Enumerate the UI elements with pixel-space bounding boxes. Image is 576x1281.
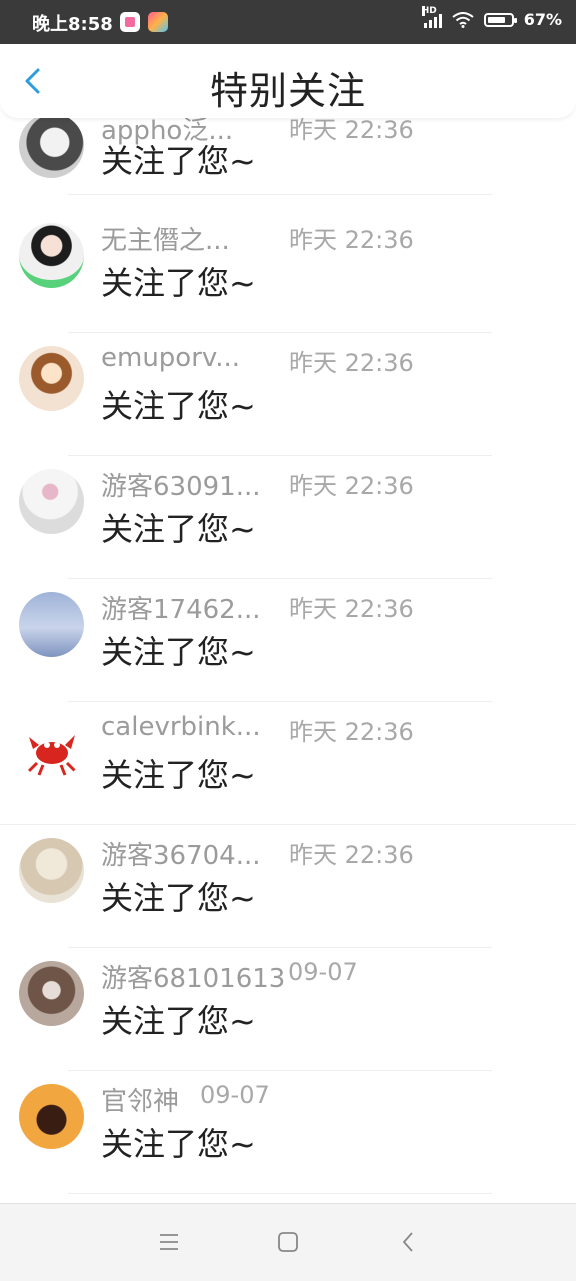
timestamp: 09-07 (200, 1081, 270, 1109)
user-name: 无主僭之... (101, 226, 230, 256)
wifi-icon (452, 11, 474, 28)
message-text: 关注了您~ (101, 1002, 256, 1040)
user-name: 游客63091... (101, 472, 261, 502)
timestamp: 昨天 22:36 (289, 349, 414, 377)
message-text: 关注了您~ (101, 510, 256, 548)
list-item[interactable]: 官邻神 09-07 关注了您~ (0, 1071, 576, 1194)
timestamp: 昨天 22:36 (289, 718, 414, 746)
status-time: 晚上8:58 (32, 14, 113, 35)
avatar[interactable] (19, 1084, 84, 1149)
timestamp: 昨天 22:36 (289, 595, 414, 623)
notification-app-icon (148, 12, 168, 32)
menu-icon (160, 1234, 178, 1250)
user-name: 游客68101613 (101, 964, 286, 994)
avatar[interactable] (19, 961, 84, 1026)
avatar[interactable] (19, 223, 84, 288)
divider (68, 194, 492, 195)
cellular-signal-icon: HD (421, 5, 442, 28)
timestamp: 昨天 22:36 (289, 226, 414, 254)
back-chevron-icon (402, 1232, 413, 1252)
list-item[interactable]: emuporv... 昨天 22:36 关注了您~ (0, 333, 576, 456)
message-text: 关注了您~ (101, 879, 256, 917)
list-item[interactable]: 无主僭之... 昨天 22:36 关注了您~ (0, 210, 576, 333)
avatar[interactable] (19, 113, 84, 178)
system-nav-bar (0, 1203, 576, 1281)
status-bar: 晚上8:58 HD 67% (0, 0, 576, 44)
home-square-icon (278, 1232, 298, 1252)
timestamp: 09-07 (288, 958, 358, 986)
avatar[interactable] (19, 838, 84, 903)
avatar[interactable] (19, 469, 84, 534)
list-item[interactable]: 游客36704... 昨天 22:36 关注了您~ (0, 825, 576, 948)
crab-icon (27, 735, 77, 776)
avatar[interactable] (19, 346, 84, 411)
list-item[interactable]: calevrbink... 昨天 22:36 关注了您~ (0, 702, 576, 825)
battery-icon (483, 12, 517, 27)
nav-back-button[interactable] (397, 1230, 421, 1254)
menu-button[interactable] (157, 1230, 181, 1254)
message-text: 关注了您~ (101, 142, 256, 180)
user-name: 游客17462... (101, 595, 261, 625)
timestamp: 昨天 22:36 (289, 472, 414, 500)
user-name: calevrbink... (101, 712, 261, 742)
status-indicators: HD 67% (421, 5, 562, 29)
timestamp: 昨天 22:36 (289, 841, 414, 869)
user-name: 官邻神 (101, 1087, 180, 1117)
network-type: HD (421, 5, 437, 16)
home-button[interactable] (276, 1230, 300, 1254)
message-text: 关注了您~ (101, 1125, 256, 1163)
app-header: 特别关注 (0, 44, 576, 118)
message-text: 关注了您~ (101, 264, 256, 302)
avatar[interactable] (19, 715, 84, 780)
message-text: 关注了您~ (101, 387, 256, 425)
message-text: 关注了您~ (101, 633, 256, 671)
list-item[interactable]: 游客17462... 昨天 22:36 关注了您~ (0, 579, 576, 702)
user-name: emuporv... (101, 343, 241, 373)
divider (68, 1193, 492, 1194)
notification-app-icon (120, 12, 140, 32)
avatar[interactable] (19, 592, 84, 657)
page-title: 特别关注 (209, 69, 366, 113)
list-item[interactable]: appho泛... 昨天 22:36 关注了您~ (0, 100, 576, 223)
user-name: 游客36704... (101, 841, 261, 871)
battery-level: 67% (523, 10, 562, 29)
message-text: 关注了您~ (101, 756, 256, 794)
list-item[interactable]: 游客68101613 09-07 关注了您~ (0, 948, 576, 1071)
list-item[interactable]: 游客63091... 昨天 22:36 关注了您~ (0, 456, 576, 579)
